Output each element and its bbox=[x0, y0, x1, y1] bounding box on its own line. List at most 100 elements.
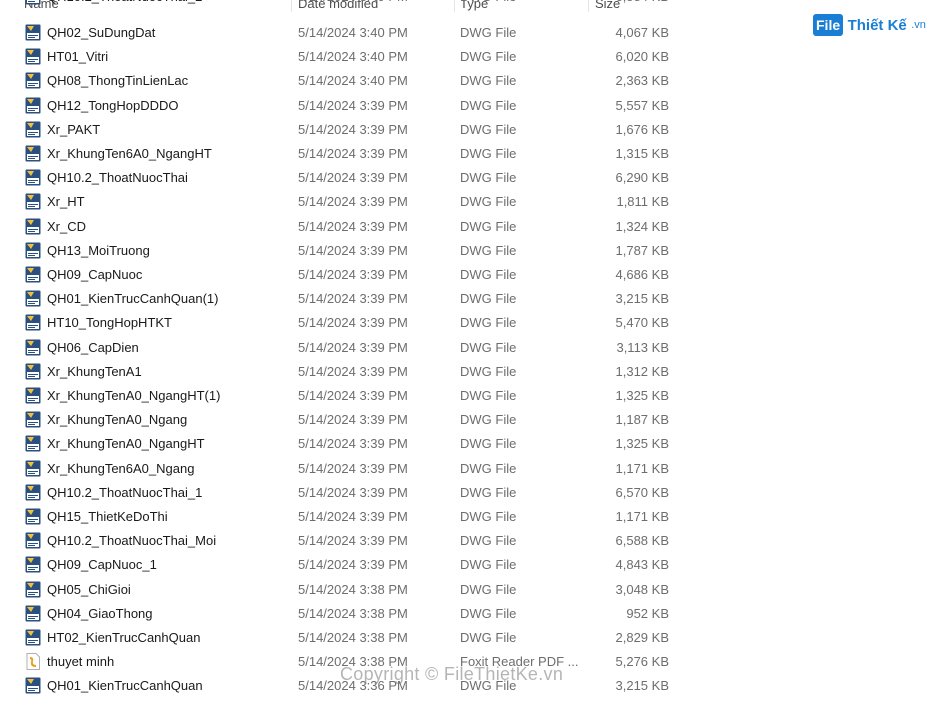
file-row[interactable]: Xr_CD 5/14/2024 3:39 PM DWG File 1,324 KB bbox=[0, 215, 680, 239]
file-size: 3,215 KB bbox=[615, 291, 670, 307]
file-size: 1,787 KB bbox=[615, 242, 670, 258]
file-row[interactable]: Xr_HT 5/14/2024 3:39 PM DWG File 1,811 KB bbox=[0, 190, 680, 214]
file-name: QH04_GiaoThong bbox=[47, 605, 153, 621]
file-size: 3,113 KB bbox=[616, 339, 669, 355]
file-type: DWG File bbox=[460, 363, 517, 379]
file-name: QH09_CapNuoc bbox=[47, 267, 143, 282]
file-name: Xr_KhungTenA0_Ngang bbox=[47, 412, 188, 428]
file-name: HT01_Vitri bbox=[47, 49, 109, 65]
file-date-modified: 5/14/2024 3:39 PM bbox=[298, 267, 408, 282]
file-size: 4,067 KB bbox=[615, 25, 670, 40]
file-name: HT02_KienTrucCanhQuan bbox=[47, 630, 201, 645]
file-size: 5,557 KB bbox=[615, 97, 670, 113]
dwg-file-icon bbox=[25, 339, 41, 356]
dwg-file-icon bbox=[25, 0, 41, 5]
file-size: 5,470 KB bbox=[615, 315, 670, 331]
file-type: DWG File bbox=[460, 460, 517, 476]
file-type: DWG File bbox=[460, 73, 517, 89]
file-size: 1,312 KB bbox=[615, 363, 670, 379]
dwg-file-icon bbox=[25, 581, 41, 598]
file-date-modified: 5/14/2024 3:39 PM bbox=[298, 436, 408, 452]
file-row[interactable]: QH02_SuDungDat 5/14/2024 3:40 PM DWG File 4… bbox=[0, 21, 680, 45]
file-row[interactable]: Xr_KhungTenA1 5/14/2024 3:39 PM DWG File 1,… bbox=[0, 360, 680, 384]
file-type: DWG File bbox=[460, 0, 516, 4]
file-size: 1,811 KB bbox=[616, 194, 669, 210]
file-type: DWG File bbox=[460, 25, 517, 40]
file-row[interactable]: QH08_ThongTinLienLac 5/14/2024 3:40 PM DWG… bbox=[0, 69, 680, 93]
dwg-file-icon bbox=[25, 169, 41, 186]
file-size: 1,325 KB bbox=[615, 388, 670, 403]
file-name: QH15_ThietKeDoThi bbox=[47, 509, 168, 524]
file-row[interactable]: QH09_CapNuoc 5/14/2024 3:39 PM DWG File 4,6… bbox=[0, 263, 680, 287]
file-date-modified: 5/14/2024 3:39 PM bbox=[298, 194, 408, 210]
file-size: 5,276 KB bbox=[615, 654, 670, 670]
file-name: QH08_ThongTinLienLac bbox=[47, 73, 189, 89]
logo-main-text: Thiết Kế bbox=[847, 16, 907, 34]
dwg-file-icon bbox=[25, 314, 41, 331]
file-type: DWG File bbox=[460, 121, 517, 137]
file-name: HT10_TongHopHTKT bbox=[47, 315, 172, 331]
file-name: Xr_PAKT bbox=[47, 121, 101, 137]
file-type: DWG File bbox=[460, 267, 517, 282]
file-type: DWG File bbox=[460, 412, 517, 428]
file-row[interactable]: HT01_Vitri 5/14/2024 3:40 PM DWG File 6,020… bbox=[0, 45, 680, 69]
file-type: DWG File bbox=[460, 194, 517, 210]
file-name: Xr_KhungTenA0_NgangHT(1) bbox=[47, 388, 221, 403]
file-date-modified: 5/14/2024 3:39 PM bbox=[298, 484, 408, 500]
dwg-file-icon bbox=[25, 605, 41, 622]
dwg-file-icon bbox=[25, 532, 41, 549]
file-date-modified: 5/14/2024 3:39 PM bbox=[298, 218, 408, 234]
file-row[interactable]: QH13_MoiTruong 5/14/2024 3:39 PM DWG File 1… bbox=[0, 239, 680, 263]
file-row[interactable]: QH15_ThietKeDoThi 5/14/2024 3:39 PM DWG Fi… bbox=[0, 505, 680, 529]
file-type: DWG File bbox=[460, 509, 517, 524]
file-size: 1,171 KB bbox=[615, 509, 670, 524]
file-type: DWG File bbox=[460, 291, 517, 307]
file-row[interactable]: QH10.2_ThoatNuocThai 5/14/2024 3:39 PM DWG… bbox=[0, 166, 680, 190]
dwg-file-icon bbox=[25, 460, 41, 477]
dwg-file-icon bbox=[25, 97, 41, 114]
file-name: thuyet minh bbox=[47, 654, 115, 670]
file-type: DWG File bbox=[460, 218, 517, 234]
file-row[interactable]: Xr_KhungTen6A0_Ngang 5/14/2024 3:39 PM DWG… bbox=[0, 457, 680, 481]
file-row[interactable]: QH05_ChiGioi 5/14/2024 3:38 PM DWG File 3,0… bbox=[0, 578, 680, 602]
dwg-file-icon bbox=[25, 48, 41, 65]
file-type: DWG File bbox=[460, 146, 517, 161]
file-row[interactable]: Xr_KhungTenA0_Ngang 5/14/2024 3:39 PM DWG … bbox=[0, 408, 680, 432]
file-row[interactable]: QH06_CapDien 5/14/2024 3:39 PM DWG File 3,1… bbox=[0, 336, 680, 360]
file-size: 1,171 KB bbox=[615, 460, 670, 476]
file-size: 4,843 KB bbox=[615, 557, 670, 573]
file-name: Xr_CD bbox=[47, 218, 87, 234]
file-type: DWG File bbox=[460, 581, 517, 597]
file-type: DWG File bbox=[460, 436, 517, 452]
file-row[interactable]: QH04_GiaoThong 5/14/2024 3:38 PM DWG File 9… bbox=[0, 602, 680, 626]
file-row[interactable]: QH10.2_ThoatNuocThai_Moi 5/14/2024 3:39 P… bbox=[0, 529, 680, 553]
file-row[interactable]: Xr_KhungTenA0_NgangHT 5/14/2024 3:39 PM DW… bbox=[0, 432, 680, 456]
file-row[interactable]: HT02_KienTrucCanhQuan 5/14/2024 3:38 PM DW… bbox=[0, 626, 680, 650]
file-list: Name Date modified Type Size QH10.2_Thoa… bbox=[0, 0, 680, 711]
file-name: QH05_ChiGioi bbox=[47, 581, 131, 597]
file-row[interactable]: QH09_CapNuoc_1 5/14/2024 3:39 PM DWG File 4… bbox=[0, 553, 680, 577]
file-row[interactable]: QH10.2_ThoatNuocThai_2 5/14/2024 3:40 PM D… bbox=[0, 0, 680, 9]
file-name: QH10.2_ThoatNuocThai_Moi bbox=[47, 533, 217, 549]
file-type: DWG File bbox=[460, 49, 517, 65]
file-row[interactable]: HT10_TongHopHTKT 5/14/2024 3:39 PM DWG Fil… bbox=[0, 311, 680, 335]
file-size: 1,676 KB bbox=[615, 121, 670, 137]
file-row[interactable]: QH10.2_ThoatNuocThai_1 5/14/2024 3:39 PM D… bbox=[0, 481, 680, 505]
file-name: Xr_KhungTen6A0_NgangHT bbox=[47, 146, 212, 161]
file-row[interactable]: QH12_TongHopDDDO 5/14/2024 3:39 PM DWG Fil… bbox=[0, 94, 680, 118]
file-row[interactable]: Xr_PAKT 5/14/2024 3:39 PM DWG File 1,676 KB bbox=[0, 118, 680, 142]
file-row[interactable]: Xr_KhungTenA0_NgangHT(1) 5/14/2024 3:39 P… bbox=[0, 384, 680, 408]
file-date-modified: 5/14/2024 3:39 PM bbox=[298, 339, 408, 355]
file-name: QH10.2_ThoatNuocThai_2 bbox=[47, 0, 202, 4]
file-row[interactable]: QH01_KienTrucCanhQuan(1) 5/14/2024 3:39 P… bbox=[0, 287, 680, 311]
file-type: DWG File bbox=[460, 242, 517, 258]
file-date-modified: 5/14/2024 3:39 PM bbox=[298, 412, 408, 428]
logo-box-text: File bbox=[813, 14, 844, 36]
dwg-file-icon bbox=[25, 387, 41, 404]
dwg-file-icon bbox=[25, 629, 41, 646]
file-date-modified: 5/14/2024 3:39 PM bbox=[298, 291, 408, 307]
file-type: DWG File bbox=[460, 339, 517, 355]
file-row[interactable]: Xr_KhungTen6A0_NgangHT 5/14/2024 3:39 PM D… bbox=[0, 142, 680, 166]
dwg-file-icon bbox=[25, 363, 41, 380]
copyright-watermark: Copyright © FileThietKe.vn bbox=[340, 664, 564, 684]
